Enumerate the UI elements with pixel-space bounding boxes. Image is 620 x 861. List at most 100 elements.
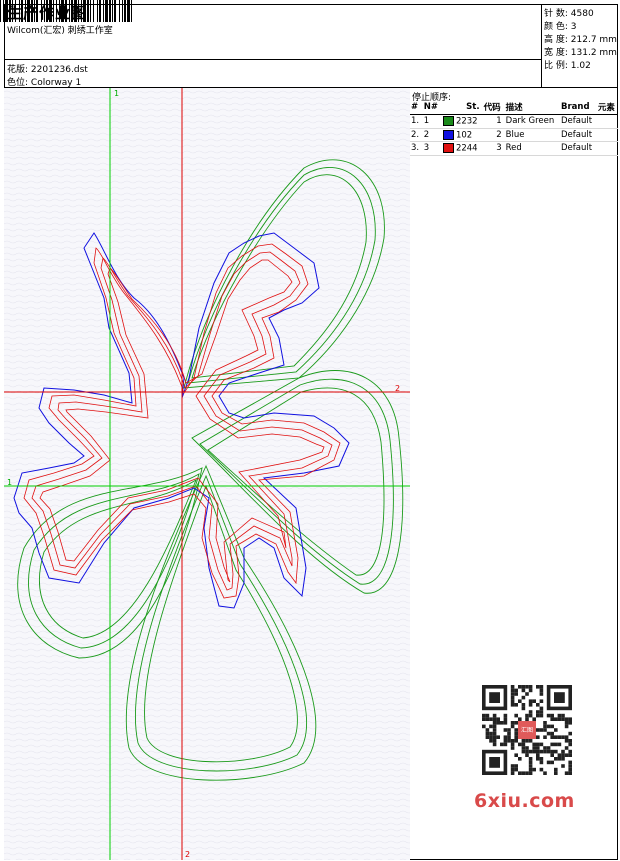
qr-module (539, 757, 544, 761)
qr-module (518, 717, 522, 721)
colorway-label: 色位: (7, 78, 29, 88)
qr-module (550, 713, 554, 718)
qr-module (539, 728, 544, 732)
qr-module (507, 731, 511, 736)
qr-module (492, 728, 497, 732)
qr-module (539, 710, 544, 714)
qr-module (528, 764, 533, 768)
col-n: N# (421, 100, 441, 115)
table-row[interactable]: 1. 1 2232 1 Dark Green Default (409, 114, 618, 129)
qr-module (546, 731, 551, 736)
qr-module (543, 721, 547, 725)
qr-module (528, 685, 533, 689)
qr-module (489, 717, 493, 721)
qr-module (500, 721, 504, 725)
qr-module (510, 742, 515, 747)
qr-module (536, 749, 540, 754)
qr-module (557, 717, 562, 721)
company-name: Wilcom(汇宏) 刺绣工作室 (7, 26, 113, 36)
qr-module (492, 731, 497, 736)
col-desc: 描述 (503, 100, 559, 115)
colorway-line: 色位: Colorway 1 (7, 75, 81, 88)
qr-module (514, 735, 518, 739)
qr-module (482, 713, 486, 718)
qr-module (536, 703, 540, 707)
col-element: 元素 (595, 100, 618, 115)
col-brand: Brand (558, 100, 596, 115)
qr-module (518, 685, 522, 689)
qr-module (482, 724, 486, 729)
qr-module (514, 721, 518, 725)
qr-module (521, 685, 526, 689)
stat-stitches: 针 数: 4580 (544, 9, 594, 19)
qr-module (514, 753, 518, 757)
qr-module (503, 713, 508, 718)
qr-module (539, 699, 544, 703)
qr-module (521, 688, 526, 693)
color-swatch (442, 116, 454, 126)
qr-module (546, 746, 551, 750)
qr-module (510, 703, 515, 707)
qr-module (500, 742, 504, 747)
qr-module (492, 713, 497, 718)
qr-module (568, 764, 572, 768)
guide-label-red-right: 2 (395, 384, 400, 393)
col-index: # (409, 100, 422, 115)
table-row[interactable]: 2. 2 102 2 Blue Default (409, 128, 618, 142)
guide-label-green-top: 1 (114, 89, 119, 98)
qr-module (510, 685, 515, 689)
table-row[interactable]: 3. 3 2244 3 Red Default (409, 141, 618, 156)
design-name: 2201236.dst (30, 65, 88, 75)
qr-module (489, 735, 493, 739)
qr-module (561, 717, 565, 721)
qr-module (568, 749, 572, 754)
qr-module (568, 753, 572, 757)
col-code: 代码 (481, 100, 504, 115)
qr-module (503, 728, 508, 732)
qr-module (557, 757, 562, 761)
qr-module (554, 767, 558, 772)
qr-module (510, 764, 515, 768)
qr-module (521, 703, 526, 707)
qr-module (564, 739, 569, 743)
qr-module (514, 692, 518, 696)
qr-module (510, 771, 515, 775)
watermark-text: 6xiu.com (474, 790, 575, 812)
qr-module (554, 771, 558, 775)
qr-module (564, 771, 569, 775)
qr-module (510, 746, 515, 750)
qr-module (543, 728, 547, 732)
stat-scale: 比 例: 1.02 (544, 61, 591, 71)
qr-module (528, 688, 533, 693)
qr-module (564, 717, 569, 721)
qr-module (514, 764, 518, 768)
qr-module (514, 728, 518, 732)
qr-module (528, 767, 533, 772)
qr-module (557, 742, 562, 747)
embroidery-canvas[interactable]: 1 1 2 2 (4, 88, 410, 860)
qr-module (550, 760, 554, 765)
qr-module (507, 728, 511, 732)
qr-module (518, 771, 522, 775)
qr-module (489, 724, 493, 729)
qr-module (543, 746, 547, 750)
qr-module (485, 731, 490, 736)
qr-module (536, 753, 540, 757)
qr-module (503, 735, 508, 739)
qr-module (485, 713, 490, 718)
qr-module (532, 749, 536, 754)
qr-module (528, 760, 533, 765)
guide-label-green-left: 1 (7, 478, 12, 487)
page-title: 生产作业图 (7, 4, 88, 22)
qr-module (528, 771, 533, 775)
qr-module (514, 713, 518, 718)
qr-module (546, 749, 551, 754)
qr-module (525, 749, 529, 754)
qr-module (554, 742, 558, 747)
qr-module (550, 735, 554, 739)
qr-module (521, 746, 526, 750)
qr-module (492, 724, 497, 729)
qr-module (536, 710, 540, 714)
qr-module (485, 717, 490, 721)
qr-module (561, 713, 565, 718)
